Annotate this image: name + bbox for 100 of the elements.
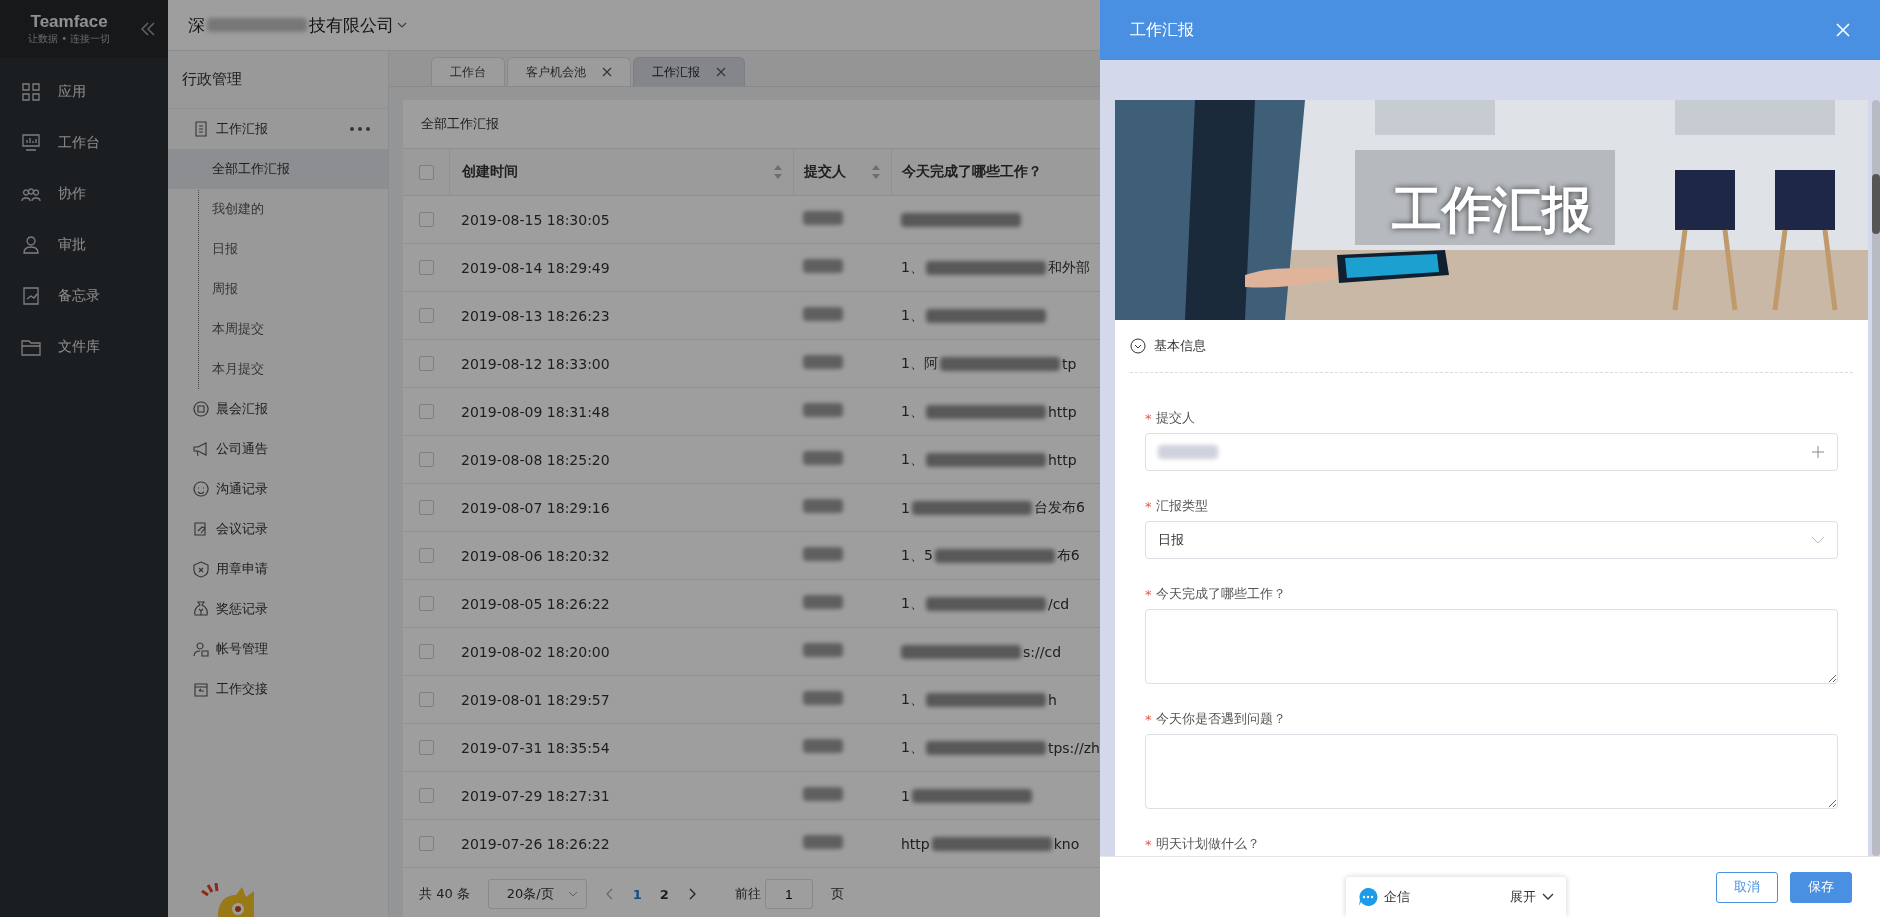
blurred-text — [803, 739, 843, 753]
select-field[interactable]: 日报 — [1145, 521, 1838, 559]
page-tab[interactable]: 客户机会池 — [507, 57, 631, 86]
menu-label: 帐号管理 — [216, 640, 268, 658]
blurred-text — [803, 787, 843, 801]
row-checkbox[interactable] — [418, 788, 434, 803]
blurred-text — [803, 643, 843, 657]
nav-item[interactable]: 应用 — [0, 66, 168, 117]
face-icon — [192, 480, 210, 498]
row-checkbox[interactable] — [418, 500, 434, 515]
row-checkbox[interactable] — [418, 308, 434, 323]
tree-item[interactable]: 本周提交 — [168, 309, 388, 349]
chat-widget[interactable]: 企信 展开 — [1346, 877, 1566, 917]
save-button[interactable]: 保存 — [1790, 871, 1852, 903]
section-header[interactable]: 基本信息 — [1130, 320, 1853, 373]
close-icon[interactable] — [602, 67, 612, 77]
module-title: 行政管理 — [168, 51, 388, 109]
tree-item[interactable]: 我创建的 — [168, 189, 388, 229]
table-cell: tp — [1061, 355, 1077, 372]
collapse-icon[interactable] — [140, 21, 156, 37]
table-cell: 1 — [901, 499, 910, 516]
blurred-text — [803, 499, 843, 513]
row-checkbox[interactable] — [418, 644, 434, 659]
page-number[interactable]: 1 — [632, 886, 642, 902]
row-checkbox[interactable] — [418, 260, 434, 275]
scrollbar-thumb[interactable] — [1872, 174, 1880, 234]
text-area[interactable] — [1145, 734, 1838, 809]
table-cell: 1、 — [901, 738, 924, 757]
tree-item[interactable]: 本月提交 — [168, 349, 388, 389]
row-checkbox[interactable] — [418, 452, 434, 467]
page-size-select[interactable]: 20条/页 — [487, 879, 587, 909]
menu-label: 工作汇报 — [216, 120, 268, 138]
tree-item[interactable]: 日报 — [168, 229, 388, 269]
required-mark: * — [1145, 836, 1152, 852]
table-cell: 台发布6 — [1033, 498, 1085, 517]
money-bag-icon — [192, 600, 210, 618]
menu-item[interactable]: 奖惩记录 — [168, 589, 388, 629]
table-cell: 2019-08-09 18:31:48 — [461, 403, 610, 420]
row-checkbox[interactable] — [418, 212, 434, 227]
table-cell: h — [1047, 691, 1057, 708]
field-label: 今天你是否遇到问题？ — [1155, 710, 1286, 728]
table-cell: 2019-08-08 18:25:20 — [461, 451, 610, 468]
table-cell: 和外部 — [1047, 258, 1090, 277]
nav-item[interactable]: 工作台 — [0, 117, 168, 168]
table-cell: 2019-08-07 18:29:16 — [461, 499, 610, 516]
page-tab[interactable]: 工作台 — [431, 57, 505, 86]
more-icon[interactable] — [348, 126, 372, 132]
row-checkbox[interactable] — [418, 836, 434, 851]
menu-item[interactable]: 晨会汇报 — [168, 389, 388, 429]
company-switcher[interactable]: 深 技有限公司 — [188, 13, 408, 37]
row-checkbox[interactable] — [418, 404, 434, 419]
table-cell: 1、 — [901, 306, 924, 325]
menu-item[interactable]: 帐号管理 — [168, 629, 388, 669]
menu-item[interactable]: 工作汇报 — [168, 109, 388, 149]
select-all-checkbox[interactable] — [418, 164, 434, 180]
add-icon[interactable] — [1811, 445, 1825, 459]
menu-label: 晨会汇报 — [216, 400, 268, 418]
row-checkbox[interactable] — [418, 596, 434, 611]
menu-item[interactable]: 用章申请 — [168, 549, 388, 589]
menu-label: 会议记录 — [216, 520, 268, 538]
column-header[interactable]: 今天完成了哪些工作？ — [902, 163, 1042, 181]
chevron-down-icon — [1542, 892, 1554, 902]
nav-item[interactable]: 协作 — [0, 168, 168, 219]
nav-item[interactable]: 文件库 — [0, 321, 168, 372]
grid-icon — [20, 80, 42, 103]
blurred-text — [803, 691, 843, 705]
sort-icon[interactable] — [773, 164, 783, 180]
tree-item[interactable]: 全部工作汇报 — [168, 149, 388, 189]
menu-item[interactable]: 工作交接 — [168, 669, 388, 709]
row-checkbox[interactable] — [418, 740, 434, 755]
previous-icon[interactable] — [604, 888, 615, 900]
row-checkbox[interactable] — [418, 548, 434, 563]
shield-icon — [192, 560, 210, 578]
cancel-button[interactable]: 取消 — [1716, 871, 1778, 903]
nav-item[interactable]: 审批 — [0, 219, 168, 270]
menu-item[interactable]: 公司通告 — [168, 429, 388, 469]
scrollbar[interactable] — [1872, 100, 1880, 856]
menu-item[interactable]: 会议记录 — [168, 509, 388, 549]
column-header[interactable]: 创建时间 — [462, 163, 518, 181]
menu-label: 用章申请 — [216, 560, 268, 578]
sort-icon[interactable] — [871, 164, 881, 180]
page-number[interactable]: 2 — [659, 886, 669, 902]
table-cell: 布6 — [1056, 546, 1080, 565]
expand-toggle[interactable]: 展开 — [1510, 888, 1536, 906]
company-name: 技有限公司 — [309, 13, 394, 37]
page-tab[interactable]: 工作汇报 — [633, 57, 745, 86]
row-checkbox[interactable] — [418, 692, 434, 707]
page-input[interactable]: 1 — [764, 879, 813, 909]
menu-label: 工作交接 — [216, 680, 268, 698]
row-checkbox[interactable] — [418, 356, 434, 371]
column-header[interactable]: 提交人 — [804, 163, 846, 181]
close-icon[interactable] — [716, 67, 726, 77]
tree-item[interactable]: 周报 — [168, 269, 388, 309]
table-cell: /cd — [1047, 595, 1070, 612]
table-cell: 2019-07-26 18:26:22 — [461, 835, 610, 852]
person-field[interactable] — [1145, 433, 1838, 471]
text-area[interactable] — [1145, 609, 1838, 684]
menu-item[interactable]: 沟通记录 — [168, 469, 388, 509]
nav-item[interactable]: 备忘录 — [0, 270, 168, 321]
field-label: 今天完成了哪些工作？ — [1155, 585, 1286, 603]
